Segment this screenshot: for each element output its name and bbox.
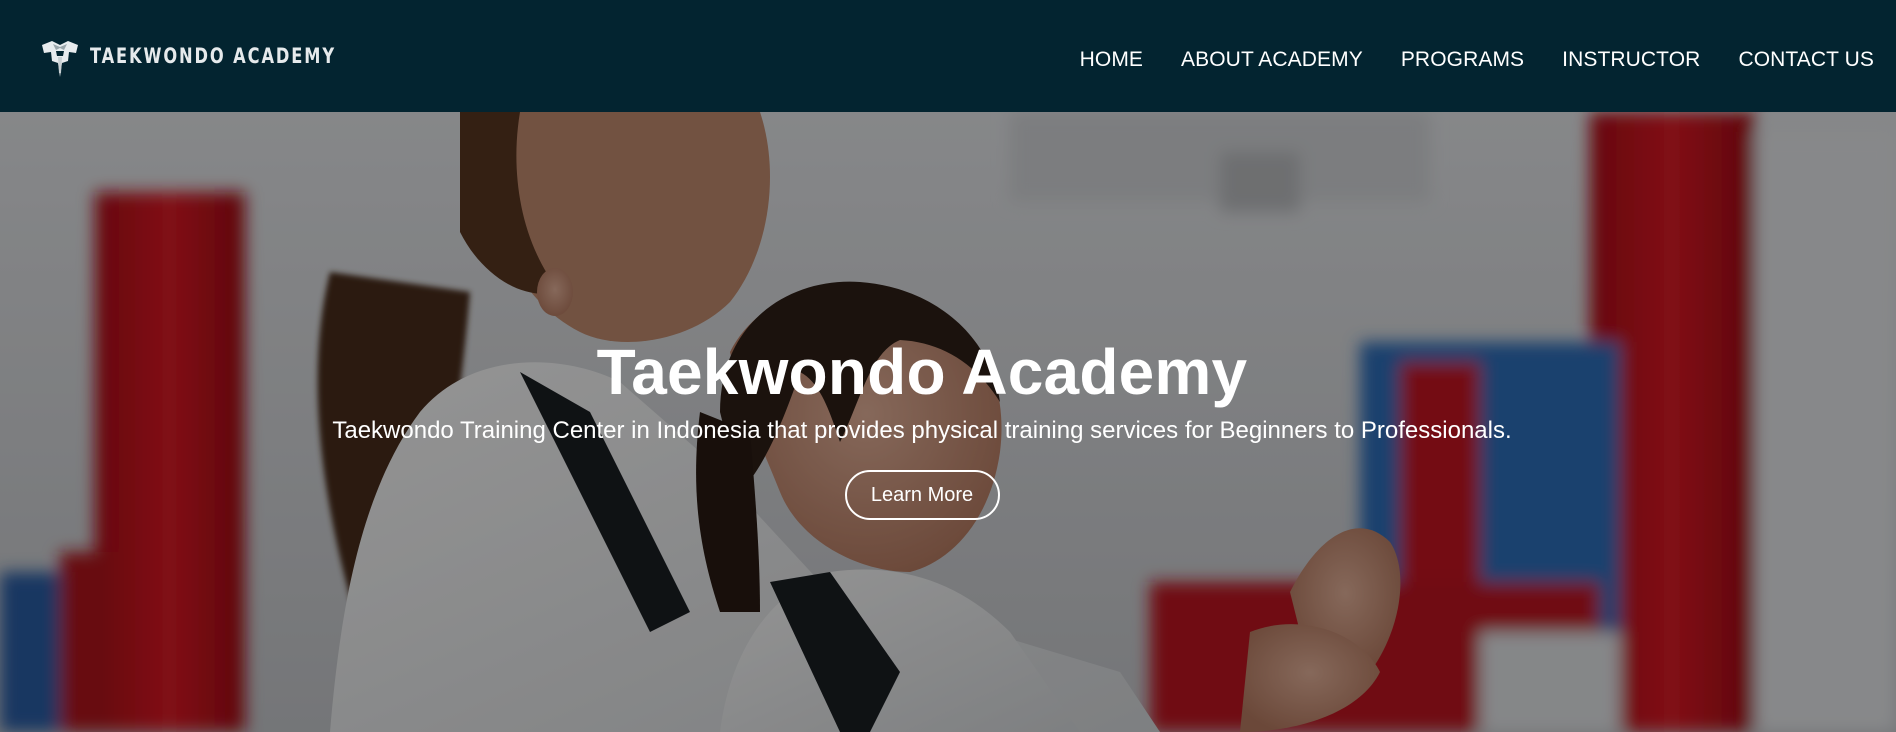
top-navbar: TAEKWONDO ACADEMY HOME ABOUT ACADEMY PRO… xyxy=(0,0,1896,112)
nav-home[interactable]: HOME xyxy=(1080,48,1143,72)
hero-content: Taekwondo Academy Taekwondo Training Cen… xyxy=(0,334,1896,520)
nav-contact-us[interactable]: CONTACT US xyxy=(1738,48,1874,72)
hero-subtitle: Taekwondo Training Center in Indonesia t… xyxy=(332,417,1512,444)
main-nav: HOME ABOUT ACADEMY PROGRAMS INSTRUCTOR C… xyxy=(1080,48,1874,72)
nav-instructor[interactable]: INSTRUCTOR xyxy=(1562,48,1700,72)
nav-programs[interactable]: PROGRAMS xyxy=(1401,48,1524,72)
hero-title: Taekwondo Academy xyxy=(596,336,1248,408)
brand-logo[interactable]: TAEKWONDO ACADEMY xyxy=(38,33,376,79)
fist-dobok-logo-icon xyxy=(42,41,78,77)
hero-section: Taekwondo Academy Taekwondo Training Cen… xyxy=(0,112,1896,732)
logo-text: TAEKWONDO ACADEMY xyxy=(90,44,337,68)
learn-more-button[interactable]: Learn More xyxy=(844,470,1000,520)
nav-about-academy[interactable]: ABOUT ACADEMY xyxy=(1181,48,1363,72)
